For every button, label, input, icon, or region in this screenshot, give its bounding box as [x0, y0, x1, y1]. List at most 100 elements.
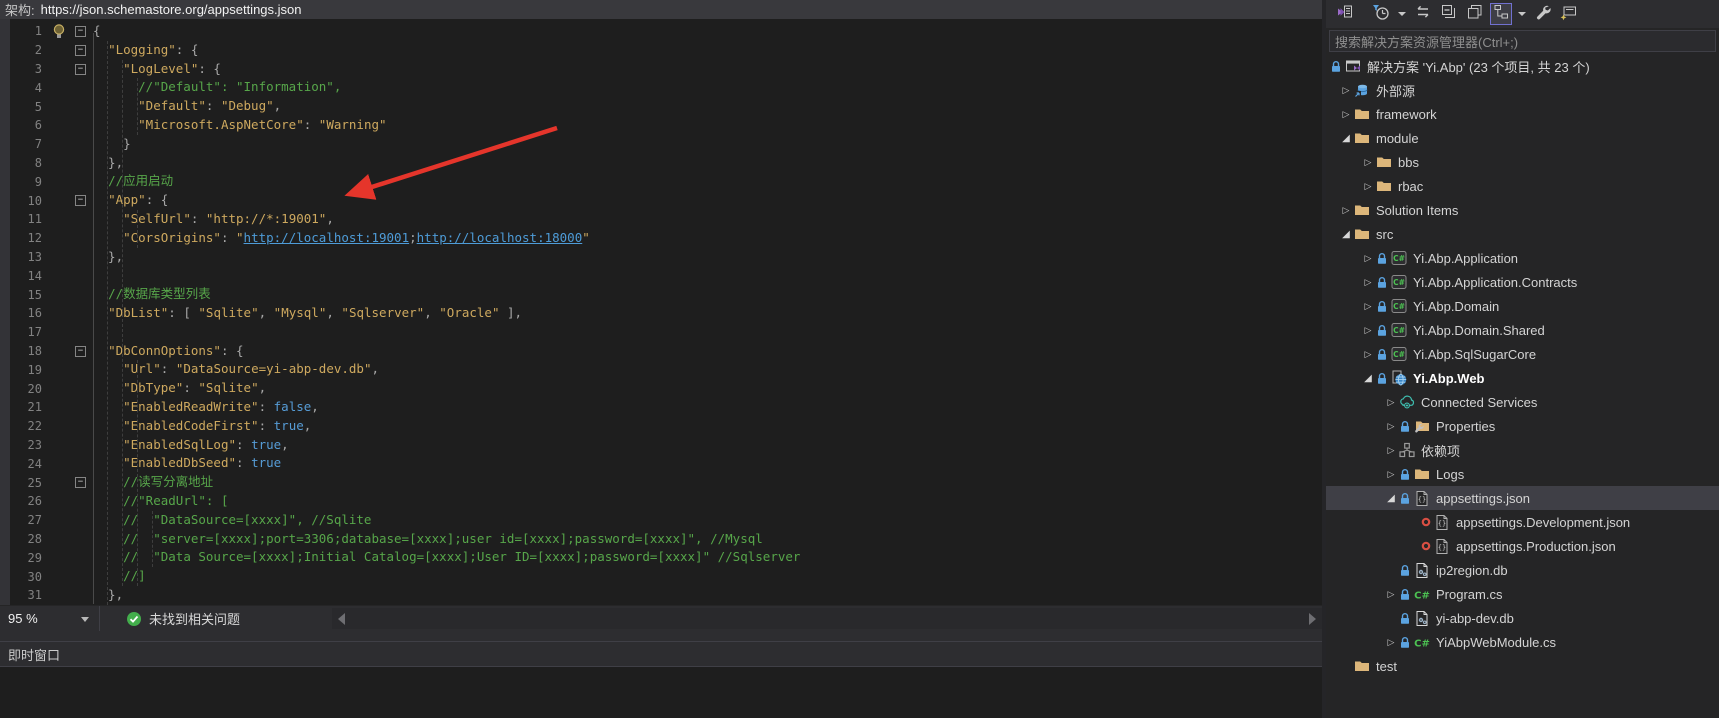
chevron-collapsed-icon[interactable]: ▷	[1383, 421, 1399, 432]
code-line-12[interactable]: 12 "CorsOrigins": "http://localhost:1900…	[0, 229, 1322, 248]
tree-item-program.cs[interactable]: ▷C#Program.cs	[1326, 582, 1719, 606]
horizontal-scrollbar[interactable]	[332, 608, 1322, 629]
code-line-7[interactable]: 7 }	[0, 135, 1322, 154]
chevron-down-icon[interactable]	[1398, 12, 1406, 16]
tree-item-yi.abp.sqlsugarcore[interactable]: ▷C#Yi.Abp.SqlSugarCore	[1326, 342, 1719, 366]
code-line-21[interactable]: 21 "EnabledReadWrite": false,	[0, 398, 1322, 417]
chevron-collapsed-icon[interactable]: ▷	[1360, 181, 1376, 192]
code-line-25[interactable]: 25− //读写分离地址	[0, 473, 1322, 492]
tree-item-解决方案-yi.abp-23-个项目-共-23-个-[interactable]: 解决方案 'Yi.Abp' (23 个项目, 共 23 个)	[1326, 54, 1719, 78]
code-line-3[interactable]: 3− "LogLevel": {	[0, 60, 1322, 79]
chevron-expanded-icon[interactable]: ◢	[1338, 133, 1354, 144]
chevron-collapsed-icon[interactable]: ▷	[1383, 397, 1399, 408]
tree-item-test[interactable]: test	[1326, 654, 1719, 678]
code-line-31[interactable]: 31 },	[0, 586, 1322, 605]
properties-button[interactable]	[1532, 3, 1554, 25]
code-line-23[interactable]: 23 "EnabledSqlLog": true,	[0, 436, 1322, 455]
chevron-collapsed-icon[interactable]: ▷	[1360, 253, 1376, 264]
code-line-13[interactable]: 13 },	[0, 248, 1322, 267]
tree-item-module[interactable]: ◢module	[1326, 126, 1719, 150]
code-line-18[interactable]: 18− "DbConnOptions": {	[0, 342, 1322, 361]
chevron-collapsed-icon[interactable]: ▷	[1360, 157, 1376, 168]
tree-item-logs[interactable]: ▷Logs	[1326, 462, 1719, 486]
code-line-19[interactable]: 19 "Url": "DataSource=yi-abp-dev.db",	[0, 360, 1322, 379]
tree-item-yi-abp-dev.db[interactable]: yi-abp-dev.db	[1326, 606, 1719, 630]
tree-item-appsettings.json[interactable]: ◢{}appsettings.json	[1326, 486, 1719, 510]
switch-views-button[interactable]	[1334, 3, 1356, 25]
chevron-collapsed-icon[interactable]: ▷	[1383, 469, 1399, 480]
chevron-collapsed-icon[interactable]: ▷	[1383, 589, 1399, 600]
tree-item-appsettings.production.json[interactable]: {}appsettings.Production.json	[1326, 534, 1719, 558]
code-line-28[interactable]: 28 // "server=[xxxx];port=3306;database=…	[0, 530, 1322, 549]
fold-collapse-icon[interactable]: −	[75, 64, 86, 75]
code-line-24[interactable]: 24 "EnabledDbSeed": true	[0, 454, 1322, 473]
chevron-collapsed-icon[interactable]: ▷	[1383, 637, 1399, 648]
code-line-14[interactable]: 14	[0, 266, 1322, 285]
properties-window-button[interactable]	[1464, 3, 1486, 25]
fold-collapse-icon[interactable]: −	[75, 346, 86, 357]
sync-with-active-document-button[interactable]	[1412, 3, 1434, 25]
code-editor[interactable]: 1−{2− "Logging": {3− "LogLevel": {4 //"D…	[0, 19, 1322, 605]
code-line-9[interactable]: 9 //应用启动	[0, 172, 1322, 191]
document-health-indicator[interactable]: 未找到相关问题	[126, 606, 240, 631]
chevron-collapsed-icon[interactable]: ▷	[1338, 85, 1354, 96]
collapse-all-button[interactable]	[1438, 3, 1460, 25]
fold-collapse-icon[interactable]: −	[75, 477, 86, 488]
tree-item-yi.abp.application.contracts[interactable]: ▷C#Yi.Abp.Application.Contracts	[1326, 270, 1719, 294]
code-line-17[interactable]: 17	[0, 323, 1322, 342]
code-line-2[interactable]: 2− "Logging": {	[0, 41, 1322, 60]
tree-item-ip2region.db[interactable]: ip2region.db	[1326, 558, 1719, 582]
code-line-11[interactable]: 11 "SelfUrl": "http://*:19001",	[0, 210, 1322, 229]
tree-item-appsettings.development.json[interactable]: {}appsettings.Development.json	[1326, 510, 1719, 534]
immediate-window-titlebar[interactable]: 即时窗口	[0, 642, 1322, 667]
tree-item-yiabpwebmodule.cs[interactable]: ▷C#YiAbpWebModule.cs	[1326, 630, 1719, 654]
solution-explorer-search-input[interactable]: 搜索解决方案资源管理器(Ctrl+;)	[1329, 30, 1716, 52]
pending-changes-filter-button[interactable]	[1370, 3, 1392, 25]
zoom-level-dropdown[interactable]: 95 %	[0, 606, 100, 631]
preview-selected-items-button[interactable]	[1558, 3, 1580, 25]
tree-item-依赖项[interactable]: ▷依赖项	[1326, 438, 1719, 462]
code-line-20[interactable]: 20 "DbType": "Sqlite",	[0, 379, 1322, 398]
code-line-26[interactable]: 26 //"ReadUrl": [	[0, 492, 1322, 511]
chevron-collapsed-icon[interactable]: ▷	[1360, 349, 1376, 360]
tree-item-yi.abp.web[interactable]: ◢Yi.Abp.Web	[1326, 366, 1719, 390]
code-line-16[interactable]: 16 "DbList": [ "Sqlite", "Mysql", "Sqlse…	[0, 304, 1322, 323]
chevron-collapsed-icon[interactable]: ▷	[1383, 445, 1399, 456]
code-line-10[interactable]: 10− "App": {	[0, 191, 1322, 210]
code-line-4[interactable]: 4 //"Default": "Information",	[0, 78, 1322, 97]
code-line-27[interactable]: 27 // "DataSource=[xxxx]", //Sqlite	[0, 511, 1322, 530]
fold-collapse-icon[interactable]: −	[75, 45, 86, 56]
chevron-expanded-icon[interactable]: ◢	[1383, 493, 1399, 504]
tree-item-外部源[interactable]: ▷外部源	[1326, 78, 1719, 102]
code-line-29[interactable]: 29 // "Data Source=[xxxx];Initial Catalo…	[0, 548, 1322, 567]
chevron-collapsed-icon[interactable]: ▷	[1338, 205, 1354, 216]
tree-item-solution-items[interactable]: ▷Solution Items	[1326, 198, 1719, 222]
code-line-30[interactable]: 30 //]	[0, 567, 1322, 586]
scroll-left-icon[interactable]	[338, 613, 345, 625]
code-line-15[interactable]: 15 //数据库类型列表	[0, 285, 1322, 304]
scroll-right-icon[interactable]	[1309, 613, 1316, 625]
tree-item-rbac[interactable]: ▷rbac	[1326, 174, 1719, 198]
schema-url-combobox[interactable]: https://json.schemastore.org/appsettings…	[41, 2, 1322, 17]
code-line-22[interactable]: 22 "EnabledCodeFirst": true,	[0, 417, 1322, 436]
tree-item-connected-services[interactable]: ▷Connected Services	[1326, 390, 1719, 414]
tree-item-yi.abp.application[interactable]: ▷C#Yi.Abp.Application	[1326, 246, 1719, 270]
fold-collapse-icon[interactable]: −	[75, 195, 86, 206]
chevron-collapsed-icon[interactable]: ▷	[1360, 277, 1376, 288]
fold-collapse-icon[interactable]: −	[75, 26, 86, 37]
lightbulb-icon[interactable]	[48, 22, 72, 41]
tree-item-src[interactable]: ◢src	[1326, 222, 1719, 246]
show-all-files-button[interactable]	[1490, 3, 1512, 25]
tree-item-properties[interactable]: ▷Properties	[1326, 414, 1719, 438]
tree-item-yi.abp.domain[interactable]: ▷C#Yi.Abp.Domain	[1326, 294, 1719, 318]
tree-item-yi.abp.domain.shared[interactable]: ▷C#Yi.Abp.Domain.Shared	[1326, 318, 1719, 342]
code-line-8[interactable]: 8 },	[0, 154, 1322, 173]
chevron-collapsed-icon[interactable]: ▷	[1360, 301, 1376, 312]
code-line-1[interactable]: 1−{	[0, 22, 1322, 41]
chevron-collapsed-icon[interactable]: ▷	[1338, 109, 1354, 120]
chevron-down-icon[interactable]	[1518, 12, 1526, 16]
chevron-expanded-icon[interactable]: ◢	[1360, 373, 1376, 384]
tree-item-framework[interactable]: ▷framework	[1326, 102, 1719, 126]
chevron-expanded-icon[interactable]: ◢	[1338, 229, 1354, 240]
code-line-5[interactable]: 5 "Default": "Debug",	[0, 97, 1322, 116]
